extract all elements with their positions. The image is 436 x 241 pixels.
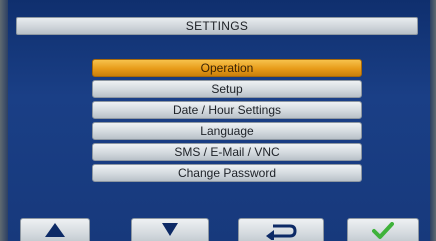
bezel-right: [430, 0, 436, 241]
menu-item-sms-email-vnc[interactable]: SMS / E-Mail / VNC: [92, 143, 362, 161]
menu-item-label: Setup: [211, 82, 243, 96]
back-button[interactable]: [238, 218, 324, 241]
page-title-text: SETTINGS: [185, 19, 249, 33]
confirm-button[interactable]: [347, 218, 419, 241]
menu-item-language[interactable]: Language: [92, 122, 362, 140]
navigation-bar: [0, 218, 436, 241]
menu-item-change-password[interactable]: Change Password: [92, 164, 362, 182]
settings-menu: Operation Setup Date / Hour Settings Lan…: [92, 59, 362, 185]
checkmark-icon: [372, 222, 394, 239]
bezel-left: [0, 0, 8, 241]
arrow-down-icon: [162, 223, 178, 236]
menu-item-setup[interactable]: Setup: [92, 80, 362, 98]
menu-item-label: Operation: [200, 61, 254, 75]
menu-item-operation[interactable]: Operation: [92, 59, 362, 77]
up-button[interactable]: [20, 218, 90, 241]
menu-item-label: Date / Hour Settings: [172, 103, 282, 117]
menu-item-label: SMS / E-Mail / VNC: [174, 145, 280, 159]
menu-item-date-hour-settings[interactable]: Date / Hour Settings: [92, 101, 362, 119]
menu-item-label: Language: [200, 124, 254, 138]
page-title: SETTINGS: [16, 17, 418, 35]
down-button[interactable]: [131, 218, 209, 241]
return-arrow-icon: [266, 224, 297, 240]
settings-screen: SETTINGS Operation Setup Date / Hour Set…: [0, 0, 436, 241]
arrow-up-icon: [45, 223, 65, 237]
menu-item-label: Change Password: [177, 166, 277, 180]
